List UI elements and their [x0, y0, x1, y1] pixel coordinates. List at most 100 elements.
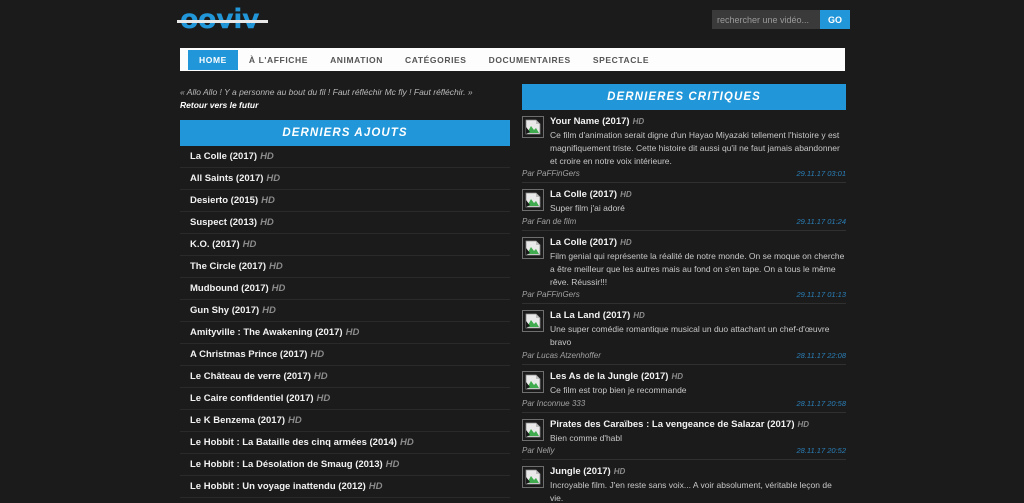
movie-list-item[interactable]: Le Hobbit : Un voyage inattendu (2012) HD	[180, 476, 510, 498]
latest-reviews-list: Your Name (2017) HD Ce film d'animation se…	[522, 110, 846, 503]
review-movie-title-text: La La Land (2017)	[550, 310, 631, 322]
nav-item-animation[interactable]: ANIMATION	[319, 50, 394, 70]
movie-list-item[interactable]: A Christmas Prince (2017) HD	[180, 344, 510, 366]
review-author: Par Nelly	[522, 446, 555, 456]
review-body: Jungle (2017) HD Incroyable film. J'en res…	[550, 466, 846, 503]
movie-list-item[interactable]: All Saints (2017) HD	[180, 168, 510, 190]
review-movie-title[interactable]: Pirates des Caraïbes : La vengeance de S…	[550, 419, 846, 430]
nav-item-affiche[interactable]: À L'AFFICHE	[238, 50, 319, 70]
movie-quote-source: Retour vers le futur	[180, 100, 259, 111]
search-input[interactable]	[712, 10, 820, 29]
review-movie-title[interactable]: La Colle (2017) HD	[550, 237, 846, 248]
movie-title: K.O. (2017)	[190, 239, 240, 250]
review-date: 28.11.17 20:52	[796, 446, 847, 456]
review-date: 29.11.17 01:13	[796, 290, 847, 300]
review-header: Your Name (2017) HD Ce film d'animation se…	[522, 116, 846, 167]
nav-item-spectacle[interactable]: SPECTACLE	[582, 50, 660, 70]
movie-quality-badge: HD	[271, 283, 286, 294]
movie-quality-badge: HD	[316, 393, 331, 404]
movie-title: Gun Shy (2017)	[190, 305, 260, 316]
review-author: Par PaFFinGers	[522, 169, 580, 179]
latest-reviews-panel: DERNIERES CRITIQUES Your Name (2017) HD Ce…	[522, 84, 846, 503]
review-footer: Par PaFFinGers 29.11.17 01:13	[522, 290, 846, 299]
nav-item-home[interactable]: HOME	[188, 49, 238, 70]
movie-quality-badge: HD	[266, 173, 281, 184]
review-item: La La Land (2017) HD Une super comédie rom…	[522, 304, 846, 365]
movie-list-item[interactable]: The Circle (2017) HD	[180, 256, 510, 278]
movie-title: Mudbound (2017)	[190, 283, 269, 294]
movie-title: Desierto (2015)	[190, 195, 259, 206]
review-quality-badge: HD	[620, 238, 632, 247]
movie-quality-badge: HD	[313, 371, 328, 382]
review-text: Ce film d'animation serait digne d'un Ha…	[550, 130, 840, 166]
movie-quality-badge: HD	[260, 151, 274, 162]
review-movie-title[interactable]: Jungle (2017) HD	[550, 466, 846, 477]
movie-list-item[interactable]: Le Hobbit : La Désolation de Smaug (2013…	[180, 454, 510, 476]
broken-image-icon	[522, 418, 544, 441]
page-root: ooviv GO HOME À L'AFFICHE ANIMATION CATÉ…	[0, 0, 1024, 503]
broken-image-icon	[522, 237, 544, 259]
review-movie-title[interactable]: Your Name (2017) HD	[550, 116, 846, 127]
review-header: La La Land (2017) HD Une super comédie rom…	[522, 310, 846, 349]
review-movie-title[interactable]: La Colle (2017) HD	[550, 189, 846, 200]
review-body: La Colle (2017) HD Super film j'ai adoré	[550, 189, 846, 215]
nav-item-categories[interactable]: CATÉGORIES	[394, 50, 478, 70]
review-footer: Par Nelly 28.11.17 20:52	[522, 446, 846, 455]
review-item: Jungle (2017) HD Incroyable film. J'en res…	[522, 460, 846, 503]
movie-list-item[interactable]: Le Hobbit : La Bataille des cinq armées …	[180, 432, 510, 454]
review-author: Par Inconnue 333	[522, 398, 586, 408]
review-author: Par PaFFinGers	[522, 290, 580, 300]
logo-strike-line	[177, 20, 268, 23]
movie-list-item[interactable]: Le Château de verre (2017) HD	[180, 366, 510, 388]
review-text: Super film j'ai adoré	[550, 203, 625, 214]
movie-list-item[interactable]: La Mort de Louis XIV (2017)HD	[180, 498, 510, 503]
review-movie-title-text: Les As de la Jungle (2017)	[550, 370, 669, 382]
review-movie-title-text: Pirates des Caraïbes : La vengeance de S…	[550, 418, 795, 430]
movie-list-item[interactable]: Le Caire confidentiel (2017) HD	[180, 388, 510, 410]
review-movie-title[interactable]: La La Land (2017) HD	[550, 310, 846, 321]
broken-image-icon	[522, 116, 544, 138]
review-body: La La Land (2017) HD Une super comédie rom…	[550, 310, 846, 349]
review-item: Your Name (2017) HD Ce film d'animation se…	[522, 110, 847, 184]
review-header: Jungle (2017) HD Incroyable film. J'en res…	[522, 466, 846, 503]
nav-item-documentaires[interactable]: DOCUMENTAIRES	[478, 50, 582, 70]
review-body: Your Name (2017) HD Ce film d'animation se…	[550, 116, 846, 167]
movie-list-item[interactable]: La Colle (2017) HD	[180, 146, 510, 168]
review-text: Ce film est trop bien je recommande	[550, 384, 687, 395]
movie-quote: « Allo Allo ! Y a personne au bout du fi…	[180, 86, 500, 112]
movie-list-item[interactable]: Desierto (2015) HD	[180, 190, 510, 212]
latest-additions-list: La Colle (2017) HD All Saints (2017) HD Desi…	[180, 146, 510, 503]
review-quality-badge: HD	[797, 419, 810, 429]
site-header: ooviv GO	[0, 0, 1024, 45]
review-date: 29.11.17 03:01	[796, 169, 847, 179]
movie-title: Le Hobbit : La Bataille des cinq armées …	[190, 437, 397, 448]
movie-quality-badge: HD	[269, 261, 283, 272]
review-quality-badge: HD	[671, 371, 684, 381]
review-movie-title-text: La Colle (2017)	[550, 189, 618, 201]
movie-list-item[interactable]: Suspect (2013) HD	[180, 212, 510, 234]
review-date: 28.11.17 20:58	[796, 398, 847, 408]
movie-quality-badge: HD	[399, 437, 414, 448]
review-date: 29.11.17 01:24	[796, 217, 847, 226]
movie-list-item[interactable]: Gun Shy (2017) HD	[180, 300, 510, 322]
movie-quality-badge: HD	[242, 239, 257, 250]
review-movie-title-text: Jungle (2017)	[550, 466, 611, 478]
movie-quality-badge: HD	[260, 217, 274, 228]
search-go-button[interactable]: GO	[820, 10, 850, 29]
movie-quote-text: « Allo Allo ! Y a personne au bout du fi…	[180, 87, 473, 97]
main-navigation: HOME À L'AFFICHE ANIMATION CATÉGORIES DO…	[180, 48, 845, 71]
review-item: La Colle (2017) HD Film genial qui représe…	[522, 231, 846, 305]
review-quality-badge: HD	[620, 190, 632, 200]
site-logo[interactable]: ooviv	[177, 4, 268, 35]
latest-additions-title: DERNIERS AJOUTS	[180, 120, 510, 146]
review-text: Incroyable film. J'en reste sans voix...…	[550, 480, 832, 503]
movie-list-item[interactable]: Amityville : The Awakening (2017) HD	[180, 322, 510, 344]
review-body: La Colle (2017) HD Film genial qui représe…	[550, 237, 846, 288]
review-item: La Colle (2017) HD Super film j'ai adoré Pa…	[522, 183, 846, 231]
movie-list-item[interactable]: Mudbound (2017) HD	[180, 278, 510, 300]
review-movie-title-text: La Colle (2017)	[550, 237, 618, 248]
movie-list-item[interactable]: Le K Benzema (2017) HD	[180, 410, 510, 432]
movie-title: Le Château de verre (2017)	[190, 371, 311, 382]
review-movie-title[interactable]: Les As de la Jungle (2017) HD	[550, 371, 846, 382]
movie-list-item[interactable]: K.O. (2017) HD	[180, 234, 510, 256]
